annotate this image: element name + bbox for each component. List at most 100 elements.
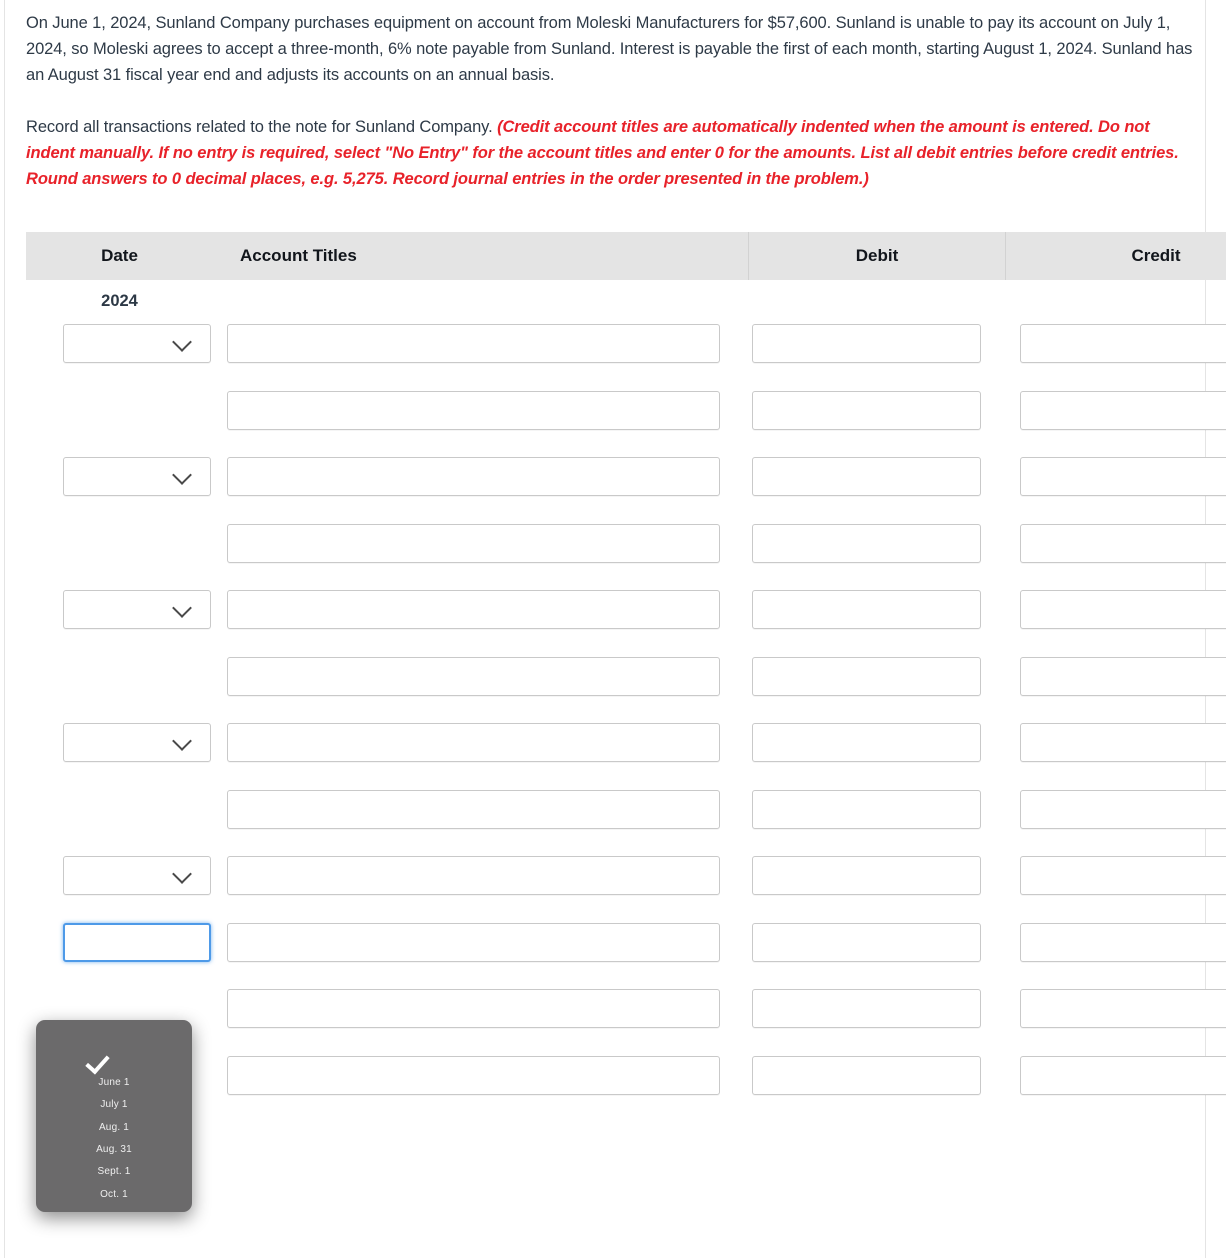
account-title-input-6[interactable] [227, 656, 720, 696]
journal-cell-credit [1005, 656, 1226, 696]
date-select-10[interactable]: June 1July 1Aug. 1Aug. 31Sept. 1Oct. 1 [63, 922, 211, 962]
dropdown-item-july-1[interactable]: July 1 [36, 1099, 192, 1110]
debit-input-10[interactable] [752, 922, 981, 962]
credit-input-1[interactable] [1020, 324, 1226, 363]
journal-row [26, 656, 1226, 724]
debit-input-8[interactable] [752, 789, 981, 829]
journal-cell-credit [1005, 457, 1226, 496]
account-title-input-10[interactable] [227, 922, 720, 962]
credit-input-7[interactable] [1020, 723, 1226, 762]
journal-cell-debit [748, 723, 1005, 762]
column-header-account-titles: Account Titles [240, 246, 357, 265]
account-title-input-12[interactable] [227, 1055, 720, 1095]
dropdown-item-aug-1[interactable]: Aug. 1 [36, 1122, 192, 1133]
journal-year-label: 2024 [101, 291, 138, 310]
journal-cell-debit [748, 989, 1005, 1028]
date-select-7[interactable]: June 1July 1Aug. 1Aug. 31Sept. 1Oct. 1 [63, 723, 211, 762]
journal-cell-date: June 1July 1Aug. 1Aug. 31Sept. 1Oct. 1 [26, 457, 213, 496]
credit-input-8[interactable] [1020, 789, 1226, 829]
credit-input-11[interactable] [1020, 989, 1226, 1028]
debit-input-9[interactable] [752, 856, 981, 895]
debit-input-11[interactable] [752, 989, 981, 1028]
journal-row: June 1July 1Aug. 1Aug. 31Sept. 1Oct. 1 [26, 324, 1226, 391]
account-title-input-5[interactable] [227, 590, 720, 629]
credit-input-2[interactable] [1020, 390, 1226, 430]
journal-entry-table: Date Account Titles Debit Credit 2024 Ju… [26, 232, 1226, 1122]
journal-cell-debit [748, 390, 1005, 430]
journal-cell-credit [1005, 324, 1226, 363]
journal-row: June 1July 1Aug. 1Aug. 31Sept. 1Oct. 1 [26, 856, 1226, 923]
date-select-wrapper: June 1July 1Aug. 1Aug. 31Sept. 1Oct. 1 [63, 457, 211, 496]
journal-cell-account-title [213, 723, 748, 762]
credit-input-3[interactable] [1020, 457, 1226, 496]
journal-cell-account-title [213, 457, 748, 496]
account-title-input-4[interactable] [227, 523, 720, 563]
debit-input-4[interactable] [752, 523, 981, 563]
credit-input-4[interactable] [1020, 523, 1226, 563]
account-title-input-1[interactable] [227, 324, 720, 363]
debit-input-6[interactable] [752, 656, 981, 696]
debit-input-5[interactable] [752, 590, 981, 629]
column-header-credit: Credit [1005, 232, 1226, 280]
journal-year-row: 2024 [26, 280, 1226, 324]
journal-cell-debit [748, 922, 1005, 962]
debit-input-12[interactable] [752, 1055, 981, 1095]
journal-cell-date: June 1July 1Aug. 1Aug. 31Sept. 1Oct. 1 [26, 856, 213, 895]
date-select-wrapper: June 1July 1Aug. 1Aug. 31Sept. 1Oct. 1 [63, 590, 211, 629]
journal-cell-account-title [213, 523, 748, 563]
journal-row [26, 789, 1226, 857]
journal-cell-debit [748, 324, 1005, 363]
account-title-input-8[interactable] [227, 789, 720, 829]
debit-input-7[interactable] [752, 723, 981, 762]
journal-cell-credit [1005, 590, 1226, 629]
journal-cell-debit [748, 856, 1005, 895]
credit-input-5[interactable] [1020, 590, 1226, 629]
journal-row: June 1July 1Aug. 1Aug. 31Sept. 1Oct. 1 [26, 590, 1226, 657]
journal-cell-date: June 1July 1Aug. 1Aug. 31Sept. 1Oct. 1 [26, 324, 213, 363]
column-header-date: Date [101, 246, 138, 265]
dropdown-item-june-1[interactable]: June 1 [36, 1077, 192, 1088]
account-title-input-11[interactable] [227, 989, 720, 1028]
credit-input-10[interactable] [1020, 922, 1226, 962]
dropdown-item-sept-1[interactable]: Sept. 1 [36, 1166, 192, 1177]
credit-input-9[interactable] [1020, 856, 1226, 895]
journal-row: June 1July 1Aug. 1Aug. 31Sept. 1Oct. 1 [26, 723, 1226, 790]
date-dropdown-menu[interactable]: June 1 July 1 Aug. 1 Aug. 31 Sept. 1 Oct. 1 [36, 1020, 192, 1212]
journal-cell-debit [748, 523, 1005, 563]
journal-cell-date: June 1July 1Aug. 1Aug. 31Sept. 1Oct. 1 [26, 723, 213, 762]
account-title-input-7[interactable] [227, 723, 720, 762]
date-select-5[interactable]: June 1July 1Aug. 1Aug. 31Sept. 1Oct. 1 [63, 590, 211, 629]
journal-cell-account-title [213, 656, 748, 696]
date-select-wrapper: June 1July 1Aug. 1Aug. 31Sept. 1Oct. 1 [63, 922, 211, 962]
journal-cell-debit [748, 789, 1005, 829]
date-select-3[interactable]: June 1July 1Aug. 1Aug. 31Sept. 1Oct. 1 [63, 457, 211, 496]
problem-paragraph-2: Record all transactions related to the n… [26, 114, 1198, 192]
journal-cell-account-title [213, 390, 748, 430]
checkmark-icon [88, 1050, 114, 1076]
debit-input-3[interactable] [752, 457, 981, 496]
account-title-input-3[interactable] [227, 457, 720, 496]
credit-input-12[interactable] [1020, 1055, 1226, 1095]
debit-input-2[interactable] [752, 390, 981, 430]
date-select-wrapper: June 1July 1Aug. 1Aug. 31Sept. 1Oct. 1 [63, 723, 211, 762]
problem-paragraph-1: On June 1, 2024, Sunland Company purchas… [26, 14, 1193, 84]
account-title-input-2[interactable] [227, 390, 720, 430]
dropdown-item-aug-31[interactable]: Aug. 31 [36, 1144, 192, 1155]
debit-input-1[interactable] [752, 324, 981, 363]
journal-cell-debit [748, 590, 1005, 629]
dropdown-item-oct-1[interactable]: Oct. 1 [36, 1189, 192, 1200]
journal-cell-account-title [213, 856, 748, 895]
date-select-wrapper: June 1July 1Aug. 1Aug. 31Sept. 1Oct. 1 [63, 856, 211, 895]
journal-cell-account-title [213, 989, 748, 1028]
date-select-1[interactable]: June 1July 1Aug. 1Aug. 31Sept. 1Oct. 1 [63, 324, 211, 363]
journal-row [26, 1055, 1226, 1123]
journal-cell-credit [1005, 523, 1226, 563]
date-select-9[interactable]: June 1July 1Aug. 1Aug. 31Sept. 1Oct. 1 [63, 856, 211, 895]
journal-cell-date: June 1July 1Aug. 1Aug. 31Sept. 1Oct. 1 [26, 922, 213, 962]
account-title-input-9[interactable] [227, 856, 720, 895]
credit-input-6[interactable] [1020, 656, 1226, 696]
journal-cell-debit [748, 656, 1005, 696]
journal-cell-credit [1005, 1055, 1226, 1095]
journal-cell-account-title [213, 789, 748, 829]
